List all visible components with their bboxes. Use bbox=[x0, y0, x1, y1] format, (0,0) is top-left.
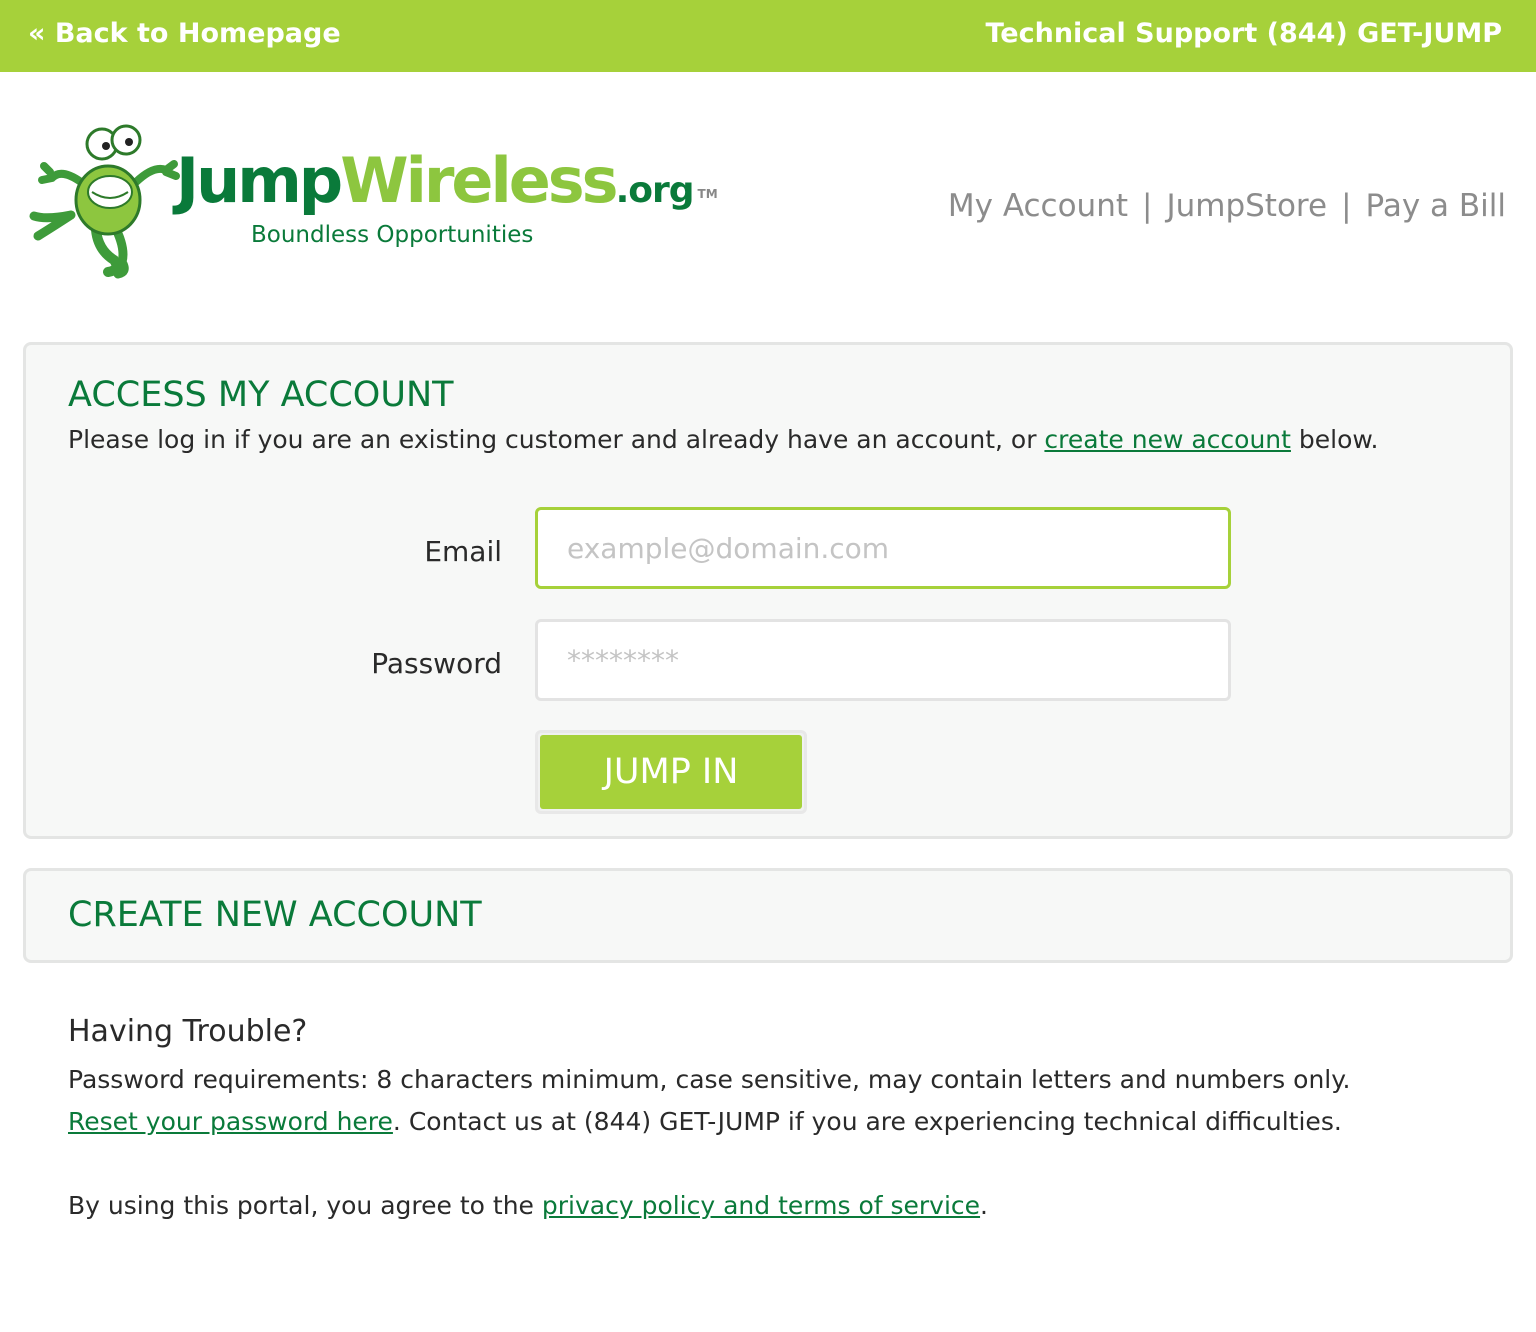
intro-text-after: below. bbox=[1290, 425, 1379, 454]
email-label: Email bbox=[424, 535, 502, 568]
brand-wordmark: JumpWireless.org TM bbox=[176, 150, 718, 212]
privacy-terms-link[interactable]: privacy policy and terms of service bbox=[542, 1191, 980, 1220]
top-bar: « Back to Homepage Technical Support (84… bbox=[0, 0, 1536, 72]
password-label: Password bbox=[371, 647, 502, 680]
brand-org-text: .org bbox=[615, 170, 695, 211]
having-trouble-heading: Having Trouble? bbox=[68, 1014, 308, 1049]
nav-separator: | bbox=[1341, 188, 1352, 224]
brand-jump-text: Jump bbox=[176, 144, 343, 217]
access-account-panel: ACCESS MY ACCOUNT Please log in if you a… bbox=[23, 342, 1513, 839]
nav-jumpstore-link[interactable]: JumpStore bbox=[1166, 188, 1327, 224]
frog-mascot-icon bbox=[29, 124, 180, 279]
agreement-text: By using this portal, you agree to the p… bbox=[68, 1185, 1488, 1227]
password-field[interactable] bbox=[535, 619, 1231, 701]
intro-text-before: Please log in if you are an existing cus… bbox=[68, 425, 1045, 454]
help-section: Having Trouble? Password requirements: 8… bbox=[68, 1014, 1488, 1227]
create-account-panel[interactable]: CREATE NEW ACCOUNT bbox=[23, 868, 1513, 963]
trademark-mark: TM bbox=[697, 187, 718, 201]
access-account-heading: ACCESS MY ACCOUNT bbox=[68, 375, 454, 415]
nav-separator: | bbox=[1142, 188, 1153, 224]
reset-password-link[interactable]: Reset your password here bbox=[68, 1107, 393, 1136]
contact-text: . Contact us at (844) GET-JUMP if you ar… bbox=[392, 1107, 1342, 1136]
password-requirements-text: Password requirements: 8 characters mini… bbox=[68, 1065, 1351, 1094]
email-field[interactable] bbox=[535, 507, 1231, 589]
access-intro-text: Please log in if you are an existing cus… bbox=[68, 425, 1379, 454]
agree-text-after: . bbox=[980, 1191, 988, 1220]
back-to-homepage-link[interactable]: « Back to Homepage bbox=[28, 18, 341, 49]
brand-wireless-text: Wireless bbox=[340, 144, 618, 217]
jumpwireless-logo[interactable]: JumpWireless.org TM Boundless Opportuniti… bbox=[26, 120, 718, 280]
agree-text-before: By using this portal, you agree to the bbox=[68, 1191, 542, 1220]
brand-tagline: Boundless Opportunities bbox=[251, 222, 534, 248]
header-nav: My Account | JumpStore | Pay a Bill bbox=[948, 188, 1506, 224]
jump-in-button[interactable]: JUMP IN bbox=[540, 735, 802, 809]
submit-button-frame: JUMP IN bbox=[535, 730, 807, 814]
technical-support-text: Technical Support (844) GET-JUMP bbox=[985, 18, 1502, 49]
nav-pay-a-bill-link[interactable]: Pay a Bill bbox=[1366, 188, 1506, 224]
create-new-account-link[interactable]: create new account bbox=[1044, 425, 1291, 454]
create-account-heading[interactable]: CREATE NEW ACCOUNT bbox=[68, 895, 482, 935]
nav-my-account-link[interactable]: My Account bbox=[948, 188, 1128, 224]
reset-contact-text: Reset your password here. Contact us at … bbox=[68, 1101, 1488, 1143]
